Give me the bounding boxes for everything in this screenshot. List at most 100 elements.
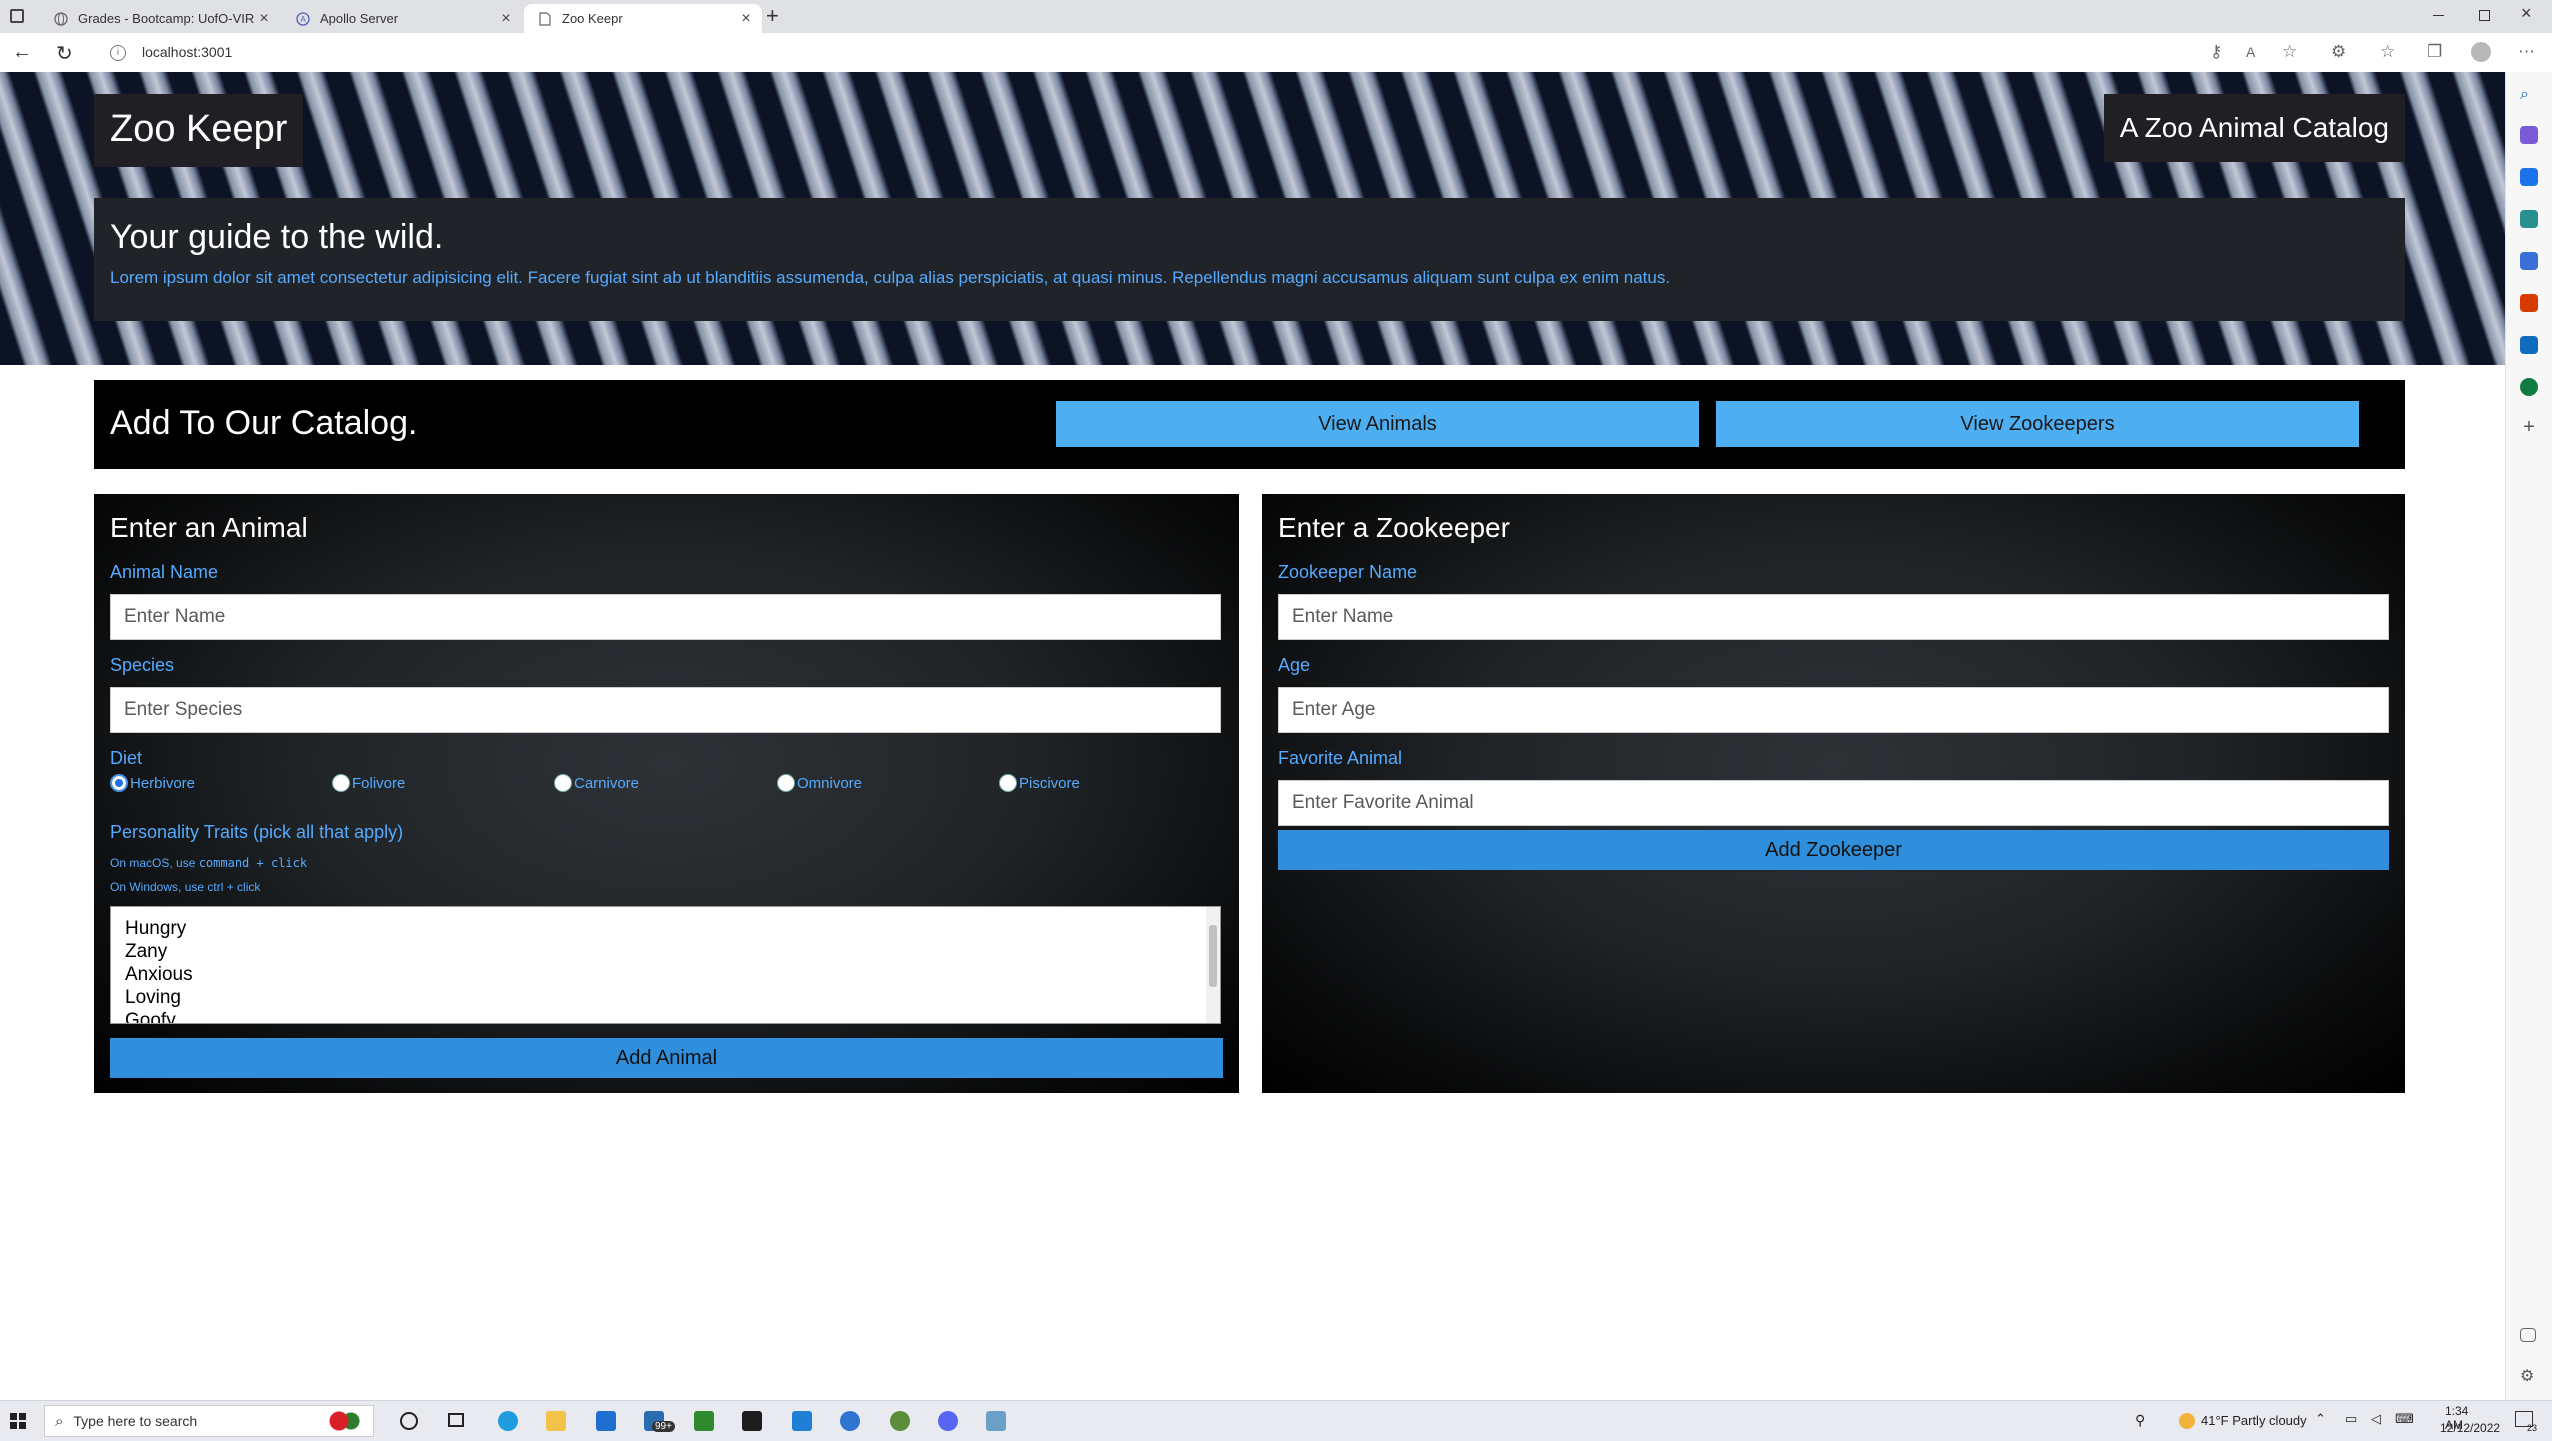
radio[interactable] [999,774,1017,792]
people-icon[interactable]: ⚲ [2135,1412,2145,1429]
diet-option-piscivore[interactable]: Piscivore [999,774,1080,792]
brand-title[interactable]: Zoo Keepr [94,94,304,167]
start-icon[interactable] [10,1413,26,1429]
search-placeholder: Type here to search [73,1413,198,1429]
keyboard-icon[interactable]: ⌨ [2395,1411,2414,1427]
tab-title: Grades - Bootcamp: UofO-VIRT- [78,11,254,26]
edge-sidebar: ⌕ + ⚙ [2505,72,2552,1400]
radio[interactable] [554,774,572,792]
traits-scrollbar[interactable] [1206,907,1220,1023]
info-icon[interactable]: i [110,45,126,61]
git-icon[interactable] [890,1411,910,1431]
task-view-icon[interactable] [448,1413,464,1427]
diet-option-herbivore[interactable]: Herbivore [110,774,195,792]
refresh-icon[interactable]: ↻ [56,41,73,66]
more-icon[interactable]: ⋯ [2518,42,2535,62]
favorite-add-icon[interactable]: ☆ [2282,42,2297,62]
radio[interactable] [332,774,350,792]
mac-hint-code: command + click [198,856,308,870]
back-icon[interactable]: ← [12,41,32,64]
animal-name-input[interactable] [110,594,1221,640]
notification-count: 23 [2527,1423,2538,1433]
traits-label: Personality Traits (pick all that apply) [110,822,404,842]
diet-option-carnivore[interactable]: Carnivore [554,774,639,792]
close-icon[interactable]: × [736,10,756,28]
tab-actions-icon[interactable] [10,9,24,23]
radio[interactable] [777,774,795,792]
age-label: Age [1278,655,1311,675]
url-field[interactable]: localhost:3001 [142,44,232,60]
weather-icon[interactable] [2179,1413,2195,1429]
xbox-icon[interactable] [694,1411,714,1431]
key-icon[interactable]: ⚷ [2210,42,2222,62]
intro-text: Lorem ipsum dolor sit amet consectetur a… [110,268,1671,287]
weather-text[interactable]: 41°F Partly cloudy [2201,1413,2307,1428]
settings-icon[interactable]: ⚙ [2520,1366,2538,1385]
radio-selected[interactable] [110,774,128,792]
zookeeper-name-input[interactable] [1278,594,2389,640]
close-icon[interactable]: × [254,10,274,28]
app-icon[interactable] [840,1411,860,1431]
zookeeper-name-label: Zookeeper Name [1278,562,1418,582]
games-icon[interactable] [2520,252,2538,270]
trait-option[interactable]: Loving [111,986,1220,1009]
shopping-icon[interactable] [2520,168,2538,186]
traits-select[interactable]: Hungry Zany Anxious Loving Goofy [110,906,1221,1024]
favorites-icon[interactable]: ☆ [2380,42,2395,62]
terminal-icon[interactable] [742,1411,762,1431]
minimize-icon[interactable] [2433,15,2444,16]
species-input[interactable] [110,687,1221,733]
taskbar-search[interactable]: ⌕ Type here to search [44,1405,374,1437]
new-tab-button[interactable]: + [766,3,779,29]
office-icon[interactable] [2520,294,2538,312]
catalog-title: Add To Our Catalog. [110,404,418,442]
view-zookeepers-button[interactable]: View Zookeepers [1716,401,2359,447]
store-icon[interactable] [596,1411,616,1431]
age-input[interactable] [1278,687,2389,733]
add-icon[interactable]: + [2520,417,2538,437]
outlook-icon[interactable] [2520,336,2538,354]
trait-option[interactable]: Hungry [111,917,1220,940]
network-icon[interactable]: ▭ [2345,1411,2357,1427]
read-aloud-icon[interactable]: A [2246,44,2255,60]
mac-hint: On macOS, use command + click [110,856,307,870]
restore-icon[interactable] [2479,10,2490,21]
collections-icon[interactable]: ❐ [2427,42,2442,62]
vscode-icon[interactable] [792,1411,812,1431]
sidebar-toggle-icon[interactable] [2520,1328,2536,1342]
scrollbar-thumb[interactable] [1209,925,1217,987]
add-zookeeper-button[interactable]: Add Zookeeper [1278,830,2389,870]
view-animals-button[interactable]: View Animals [1056,401,1699,447]
volume-icon[interactable]: ◁ [2371,1411,2381,1427]
file-explorer-icon[interactable] [546,1411,566,1431]
close-icon[interactable]: × [496,10,516,28]
diet-option-omnivore[interactable]: Omnivore [777,774,862,792]
tab-zoo-keepr[interactable]: Zoo Keepr × [524,4,762,33]
drop-icon[interactable] [2520,378,2538,396]
tab-title: Apollo Server [320,11,399,26]
discover-icon[interactable] [2520,126,2538,144]
windows-hint: On Windows, use ctrl + click [110,880,261,894]
diet-label: Diet [110,748,143,768]
diet-option-folivore[interactable]: Folivore [332,774,405,792]
cortana-icon[interactable] [400,1412,418,1430]
extensions-icon[interactable]: ⚙ [2331,42,2346,62]
app-icon-2[interactable] [986,1411,1006,1431]
search-icon[interactable]: ⌕ [2520,86,2538,104]
favorite-animal-input[interactable] [1278,780,2389,826]
apollo-icon: A [296,11,310,26]
tray-chevron-icon[interactable]: ⌃ [2315,1411,2326,1427]
diet-option-label: Herbivore [130,774,196,792]
trait-option[interactable]: Goofy [111,1009,1220,1023]
profile-avatar[interactable] [2471,42,2491,62]
add-animal-button[interactable]: Add Animal [110,1038,1223,1078]
discord-icon[interactable] [938,1411,958,1431]
clock-date[interactable]: 12/12/2022 [2440,1421,2500,1435]
tools-icon[interactable] [2520,210,2538,228]
edge-icon[interactable] [498,1411,518,1431]
close-window-icon[interactable]: × [2521,3,2532,24]
tab-apollo[interactable]: A Apollo Server × [282,4,522,33]
trait-option[interactable]: Zany [111,940,1220,963]
trait-option[interactable]: Anxious [111,963,1220,986]
tab-grades[interactable]: Grades - Bootcamp: UofO-VIRT- × [40,4,280,33]
